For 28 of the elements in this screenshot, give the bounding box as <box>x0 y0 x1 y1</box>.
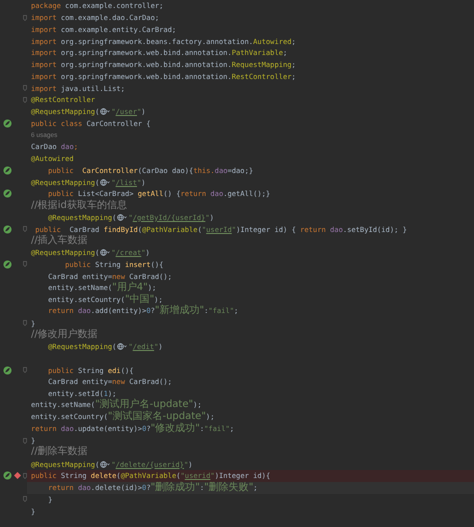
breakpoint-icon[interactable] <box>14 472 21 480</box>
code-text: //删除车数据 <box>31 447 88 458</box>
fold-marker-icon[interactable] <box>23 96 27 103</box>
web-globe-icon <box>117 343 128 350</box>
bean-icon[interactable] <box>3 189 12 198</box>
fold-marker-icon[interactable] <box>23 320 27 326</box>
code-text: //插入车数据 <box>31 236 88 246</box>
bean-icon[interactable] <box>3 471 12 480</box>
bean-icon[interactable] <box>3 366 12 375</box>
fold-marker-icon[interactable] <box>23 261 27 268</box>
fold-marker-icon[interactable] <box>23 367 27 374</box>
web-globe-icon <box>100 178 110 186</box>
web-globe-icon <box>100 249 110 256</box>
code-text: //根据id获取车的信息 <box>31 200 127 211</box>
bean-icon[interactable] <box>3 260 12 269</box>
bean-icon[interactable] <box>3 118 12 128</box>
fold-marker-icon[interactable] <box>23 496 27 502</box>
web-globe-icon <box>100 108 110 116</box>
bean-icon[interactable] <box>3 224 12 234</box>
fold-marker-icon[interactable] <box>23 14 27 21</box>
fold-marker-icon[interactable] <box>23 85 27 92</box>
bean-icon[interactable] <box>3 166 12 175</box>
fold-marker-icon[interactable] <box>23 226 27 232</box>
web-globe-icon <box>117 214 128 221</box>
fold-marker-icon[interactable] <box>23 438 27 444</box>
fold-marker-icon[interactable] <box>23 472 27 479</box>
web-globe-icon <box>100 460 110 468</box>
code-text: //修改用户数据 <box>31 330 98 340</box>
